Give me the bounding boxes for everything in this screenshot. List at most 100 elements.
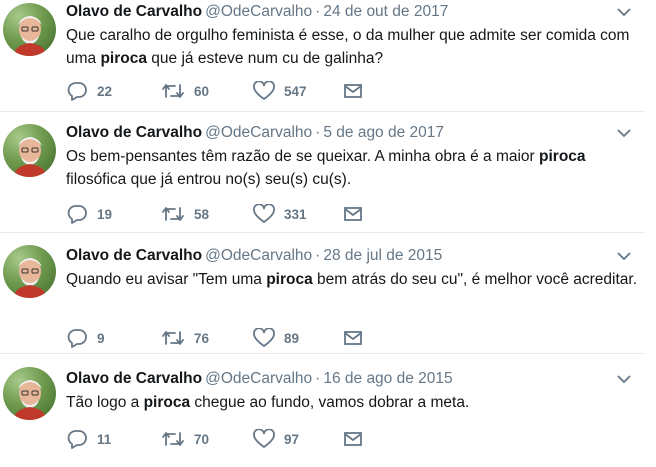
author-handle[interactable]: @OdeCarvalho	[205, 247, 312, 264]
author-name[interactable]: Olavo de Carvalho	[66, 3, 202, 20]
tweet[interactable]: Olavo de Carvalho @OdeCarvalho · 5 de ago d…	[0, 112, 645, 233]
retweet-count: 60	[194, 83, 210, 99]
reply-count: 11	[97, 431, 112, 447]
envelope-icon	[344, 331, 362, 345]
direct-message-button[interactable]	[343, 205, 433, 223]
reply-icon	[67, 82, 87, 101]
like-button[interactable]: 89	[253, 328, 343, 348]
tweet-text: Que caralho de orgulho feminista é esse,…	[66, 24, 641, 70]
heart-icon	[253, 328, 275, 347]
retweet-icon	[162, 432, 184, 446]
tweet-text: Tão logo a piroca chegue ao fundo, vamos…	[66, 391, 641, 414]
chevron-down-icon[interactable]	[617, 128, 631, 138]
tweet-text: Quando eu avisar "Tem uma piroca bem atr…	[66, 268, 641, 291]
tweet-content: Olavo de Carvalho @OdeCarvalho · 5 de ago d…	[66, 122, 645, 224]
reply-button[interactable]: 11	[66, 429, 161, 449]
tweet-text-part: bem atrás do seu cu", é melhor você acre…	[312, 271, 638, 288]
like-button[interactable]: 97	[253, 429, 343, 449]
retweet-count: 58	[194, 206, 210, 222]
tweet-header: Olavo de Carvalho @OdeCarvalho · 5 de ago d…	[66, 122, 645, 144]
separator: ·	[315, 247, 321, 264]
retweet-button[interactable]: 58	[161, 204, 253, 224]
heart-icon	[253, 81, 275, 100]
tweet-text-part: Tão logo a	[66, 394, 144, 411]
retweet-icon	[162, 84, 184, 98]
author-name[interactable]: Olavo de Carvalho	[66, 247, 202, 264]
tweet-content: Olavo de Carvalho @OdeCarvalho · 24 de out …	[66, 1, 645, 101]
direct-message-button[interactable]	[343, 430, 433, 448]
envelope-icon	[344, 207, 362, 221]
retweet-button[interactable]: 70	[161, 429, 253, 449]
reply-count: 9	[97, 330, 105, 346]
reply-count: 22	[97, 83, 113, 99]
direct-message-button[interactable]	[343, 82, 433, 100]
heart-icon	[253, 204, 275, 223]
tweet[interactable]: Olavo de Carvalho @OdeCarvalho · 28 de jul …	[0, 233, 645, 354]
avatar[interactable]	[3, 3, 56, 56]
like-count: 97	[284, 431, 300, 447]
tweet-text-highlight: piroca	[100, 50, 147, 67]
tweet-date[interactable]: 24 de out de 2017	[323, 3, 448, 20]
tweet-content: Olavo de Carvalho @OdeCarvalho · 28 de jul …	[66, 245, 645, 348]
like-button[interactable]: 547	[253, 81, 343, 101]
tweet-date[interactable]: 28 de jul de 2015	[323, 247, 442, 264]
like-count: 547	[284, 83, 307, 99]
author-name[interactable]: Olavo de Carvalho	[66, 124, 202, 141]
retweet-button[interactable]: 60	[161, 81, 253, 101]
direct-message-button[interactable]	[343, 329, 433, 347]
tweet-actions: 22 60 547	[66, 81, 433, 101]
reply-button[interactable]: 22	[66, 81, 161, 101]
tweet-text-part: Os bem-pensantes têm razão de se queixar…	[66, 148, 540, 165]
tweet-header: Olavo de Carvalho @OdeCarvalho · 28 de jul …	[66, 245, 645, 267]
avatar[interactable]	[3, 124, 56, 177]
author-handle[interactable]: @OdeCarvalho	[205, 370, 312, 387]
tweet-actions: 11 70 97	[66, 429, 433, 449]
reply-icon	[67, 430, 87, 449]
avatar[interactable]	[3, 245, 56, 298]
retweet-count: 76	[194, 330, 210, 346]
tweet-text-part: chegue ao fundo, vamos dobrar a meta.	[190, 394, 470, 411]
retweet-count: 70	[194, 431, 210, 447]
tweet-text-part: que já esteve num cu de galinha?	[146, 50, 384, 67]
tweet-content: Olavo de Carvalho @OdeCarvalho · 16 de ago …	[66, 368, 645, 449]
reply-icon	[67, 329, 87, 348]
reply-button[interactable]: 9	[66, 328, 161, 348]
avatar[interactable]	[3, 367, 56, 420]
tweet-actions: 19 58 331	[66, 204, 433, 224]
envelope-icon	[344, 432, 362, 446]
like-count: 331	[284, 206, 307, 222]
like-button[interactable]: 331	[253, 204, 343, 224]
tweet-text-part: filosófica que já entrou no(s) seu(s) cu…	[66, 171, 352, 188]
tweet-header: Olavo de Carvalho @OdeCarvalho · 16 de ago …	[66, 368, 645, 390]
envelope-icon	[344, 84, 362, 98]
separator: ·	[315, 370, 321, 387]
tweet-text-part: Quando eu avisar "Tem uma	[66, 271, 267, 288]
tweet-feed: Olavo de Carvalho @OdeCarvalho · 24 de out …	[0, 0, 656, 467]
retweet-button[interactable]: 76	[161, 328, 253, 348]
tweet-text-highlight: piroca	[539, 148, 586, 165]
tweet-text-highlight: piroca	[143, 394, 191, 411]
tweet-header: Olavo de Carvalho @OdeCarvalho · 24 de out …	[66, 1, 645, 23]
tweet-text: Os bem-pensantes têm razão de se queixar…	[66, 145, 641, 191]
tweet-actions: 9 76 89	[66, 328, 433, 348]
separator: ·	[315, 124, 321, 141]
tweet[interactable]: Olavo de Carvalho @OdeCarvalho · 16 de ago …	[0, 354, 645, 467]
tweet[interactable]: Olavo de Carvalho @OdeCarvalho · 24 de out …	[0, 0, 645, 112]
reply-button[interactable]: 19	[66, 204, 161, 224]
reply-icon	[67, 205, 87, 224]
retweet-icon	[162, 331, 184, 345]
like-count: 89	[284, 330, 300, 346]
chevron-down-icon[interactable]	[617, 374, 631, 384]
chevron-down-icon[interactable]	[617, 7, 631, 17]
author-handle[interactable]: @OdeCarvalho	[205, 124, 312, 141]
heart-icon	[253, 429, 275, 448]
chevron-down-icon[interactable]	[617, 251, 631, 261]
tweet-date[interactable]: 16 de ago de 2015	[323, 370, 452, 387]
tweet-text-highlight: piroca	[266, 271, 313, 288]
separator: ·	[315, 3, 321, 20]
reply-count: 19	[97, 206, 113, 222]
retweet-icon	[162, 207, 184, 221]
author-name[interactable]: Olavo de Carvalho	[66, 370, 202, 387]
tweet-date[interactable]: 5 de ago de 2017	[323, 124, 444, 141]
author-handle[interactable]: @OdeCarvalho	[205, 3, 312, 20]
